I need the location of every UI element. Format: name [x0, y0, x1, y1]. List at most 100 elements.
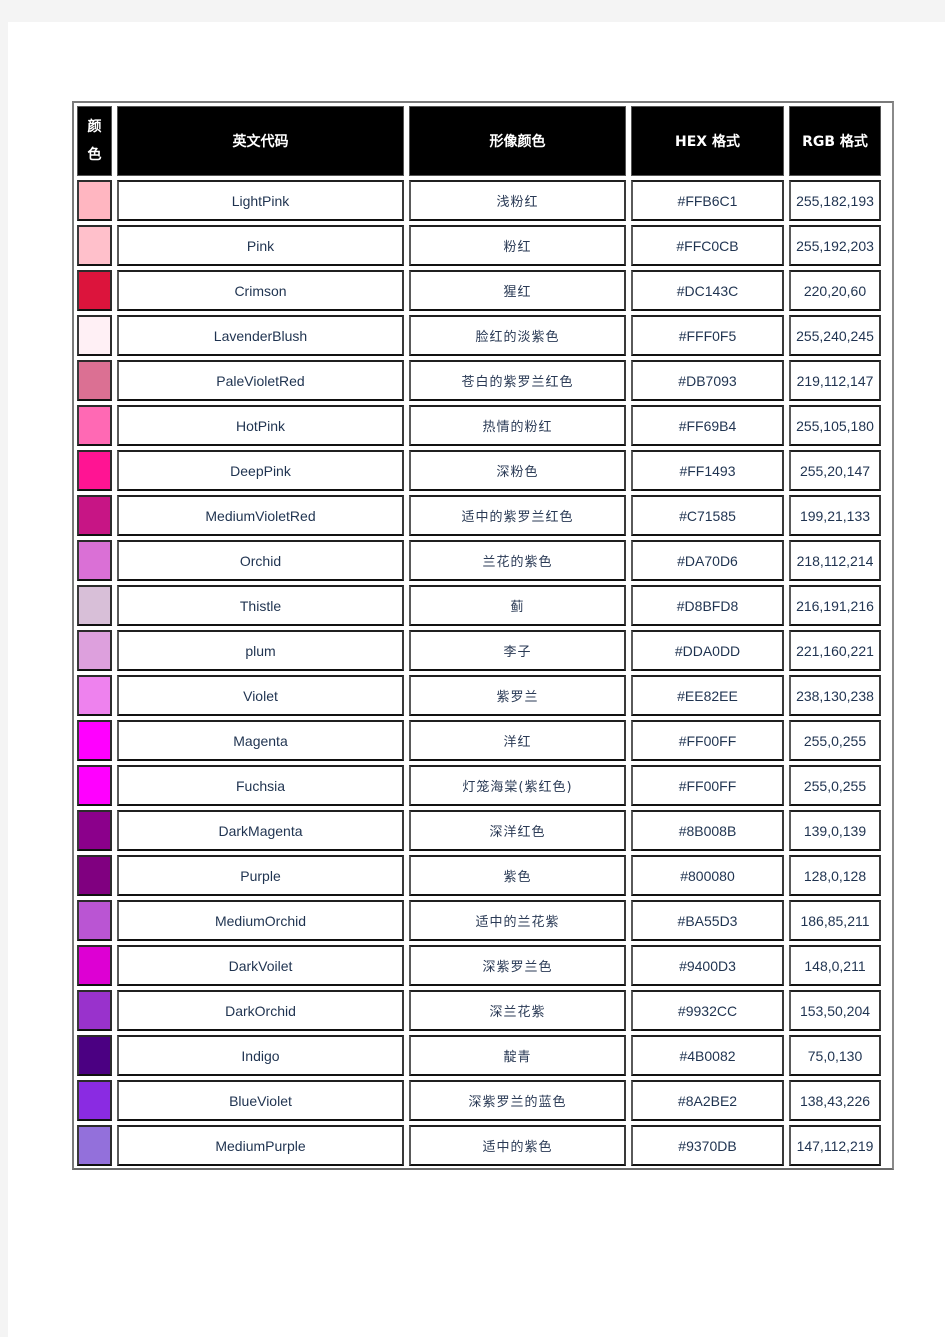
table-row: DarkOrchid 深兰花紫 #9932CC 153,50,204 — [77, 990, 881, 1031]
color-swatch — [77, 855, 112, 896]
chinese-name-cell: 深粉色 — [409, 450, 626, 491]
rgb-cell: 238,130,238 — [789, 675, 881, 716]
color-swatch — [77, 990, 112, 1031]
table-row: DarkVoilet 深紫罗兰色 #9400D3 148,0,211 — [77, 945, 881, 986]
chinese-name-cell: 深兰花紫 — [409, 990, 626, 1031]
hex-cell: #FFB6C1 — [631, 180, 784, 221]
hex-cell: #DC143C — [631, 270, 784, 311]
rgb-cell: 220,20,60 — [789, 270, 881, 311]
table-row: Crimson 猩红 #DC143C 220,20,60 — [77, 270, 881, 311]
chinese-name-cell: 适中的兰花紫 — [409, 900, 626, 941]
color-table-frame: 颜 色 英文代码 形像颜色 HEX 格式 RGB 格式 LightPink 浅粉红… — [72, 101, 894, 1170]
color-swatch — [77, 450, 112, 491]
color-swatch — [77, 1080, 112, 1121]
chinese-name-cell: 猩红 — [409, 270, 626, 311]
rgb-cell: 139,0,139 — [789, 810, 881, 851]
english-name-cell: LavenderBlush — [117, 315, 404, 356]
chinese-name-cell: 靛青 — [409, 1035, 626, 1076]
color-swatch — [77, 585, 112, 626]
rgb-cell: 148,0,211 — [789, 945, 881, 986]
english-name-cell: Magenta — [117, 720, 404, 761]
color-swatch — [77, 1125, 112, 1166]
chinese-name-cell: 苍白的紫罗兰红色 — [409, 360, 626, 401]
chinese-name-cell: 热情的粉红 — [409, 405, 626, 446]
table-row: HotPink 热情的粉红 #FF69B4 255,105,180 — [77, 405, 881, 446]
rgb-cell: 199,21,133 — [789, 495, 881, 536]
table-row: plum 李子 #DDA0DD 221,160,221 — [77, 630, 881, 671]
chinese-name-cell: 深洋红色 — [409, 810, 626, 851]
table-row: Purple 紫色 #800080 128,0,128 — [77, 855, 881, 896]
rgb-cell: 255,182,193 — [789, 180, 881, 221]
rgb-cell: 255,192,203 — [789, 225, 881, 266]
color-swatch — [77, 810, 112, 851]
header-swatch-line-1: 颜 — [87, 119, 102, 135]
table-row: DeepPink 深粉色 #FF1493 255,20,147 — [77, 450, 881, 491]
english-name-cell: Violet — [117, 675, 404, 716]
color-swatch — [77, 945, 112, 986]
table-row: Pink 粉红 #FFC0CB 255,192,203 — [77, 225, 881, 266]
color-swatch — [77, 180, 112, 221]
rgb-cell: 255,105,180 — [789, 405, 881, 446]
table-row: Fuchsia 灯笼海棠(紫红色) #FF00FF 255,0,255 — [77, 765, 881, 806]
hex-cell: #D8BFD8 — [631, 585, 784, 626]
rgb-cell: 221,160,221 — [789, 630, 881, 671]
hex-cell: #8B008B — [631, 810, 784, 851]
table-row: Thistle 蓟 #D8BFD8 216,191,216 — [77, 585, 881, 626]
english-name-cell: Pink — [117, 225, 404, 266]
rgb-cell: 128,0,128 — [789, 855, 881, 896]
rgb-cell: 216,191,216 — [789, 585, 881, 626]
table-row: LightPink 浅粉红 #FFB6C1 255,182,193 — [77, 180, 881, 221]
rgb-cell: 147,112,219 — [789, 1125, 881, 1166]
hex-cell: #DB7093 — [631, 360, 784, 401]
chinese-name-cell: 适中的紫色 — [409, 1125, 626, 1166]
hex-cell: #FF00FF — [631, 720, 784, 761]
table-row: MediumPurple 适中的紫色 #9370DB 147,112,219 — [77, 1125, 881, 1166]
header-chinese-name: 形像颜色 — [409, 106, 626, 176]
color-swatch — [77, 540, 112, 581]
color-swatch — [77, 225, 112, 266]
header-swatch: 颜 色 — [77, 106, 112, 176]
english-name-cell: MediumVioletRed — [117, 495, 404, 536]
color-swatch — [77, 630, 112, 671]
header-english-name: 英文代码 — [117, 106, 404, 176]
english-name-cell: Purple — [117, 855, 404, 896]
english-name-cell: DarkMagenta — [117, 810, 404, 851]
header-row: 颜 色 英文代码 形像颜色 HEX 格式 RGB 格式 — [77, 106, 881, 176]
english-name-cell: Orchid — [117, 540, 404, 581]
english-name-cell: plum — [117, 630, 404, 671]
table-row: MediumOrchid 适中的兰花紫 #BA55D3 186,85,211 — [77, 900, 881, 941]
color-swatch — [77, 1035, 112, 1076]
hex-cell: #FFC0CB — [631, 225, 784, 266]
chinese-name-cell: 粉红 — [409, 225, 626, 266]
color-swatch — [77, 675, 112, 716]
chinese-name-cell: 李子 — [409, 630, 626, 671]
color-swatch — [77, 315, 112, 356]
hex-cell: #EE82EE — [631, 675, 784, 716]
english-name-cell: DeepPink — [117, 450, 404, 491]
chinese-name-cell: 浅粉红 — [409, 180, 626, 221]
chinese-name-cell: 兰花的紫色 — [409, 540, 626, 581]
table-row: DarkMagenta 深洋红色 #8B008B 139,0,139 — [77, 810, 881, 851]
english-name-cell: Thistle — [117, 585, 404, 626]
table-row: BlueViolet 深紫罗兰的蓝色 #8A2BE2 138,43,226 — [77, 1080, 881, 1121]
chinese-name-cell: 洋红 — [409, 720, 626, 761]
english-name-cell: DarkVoilet — [117, 945, 404, 986]
chinese-name-cell: 深紫罗兰色 — [409, 945, 626, 986]
hex-cell: #FF00FF — [631, 765, 784, 806]
rgb-cell: 255,0,255 — [789, 765, 881, 806]
table-row: PaleVioletRed 苍白的紫罗兰红色 #DB7093 219,112,147 — [77, 360, 881, 401]
rgb-cell: 138,43,226 — [789, 1080, 881, 1121]
english-name-cell: Fuchsia — [117, 765, 404, 806]
english-name-cell: LightPink — [117, 180, 404, 221]
chinese-name-cell: 深紫罗兰的蓝色 — [409, 1080, 626, 1121]
rgb-cell: 255,240,245 — [789, 315, 881, 356]
header-hex: HEX 格式 — [631, 106, 784, 176]
english-name-cell: PaleVioletRed — [117, 360, 404, 401]
rgb-cell: 75,0,130 — [789, 1035, 881, 1076]
rgb-cell: 219,112,147 — [789, 360, 881, 401]
hex-cell: #FFF0F5 — [631, 315, 784, 356]
hex-cell: #FF1493 — [631, 450, 784, 491]
hex-cell: #9370DB — [631, 1125, 784, 1166]
hex-cell: #8A2BE2 — [631, 1080, 784, 1121]
table-body: LightPink 浅粉红 #FFB6C1 255,182,193 Pink 粉红 #FFC… — [77, 180, 881, 1166]
